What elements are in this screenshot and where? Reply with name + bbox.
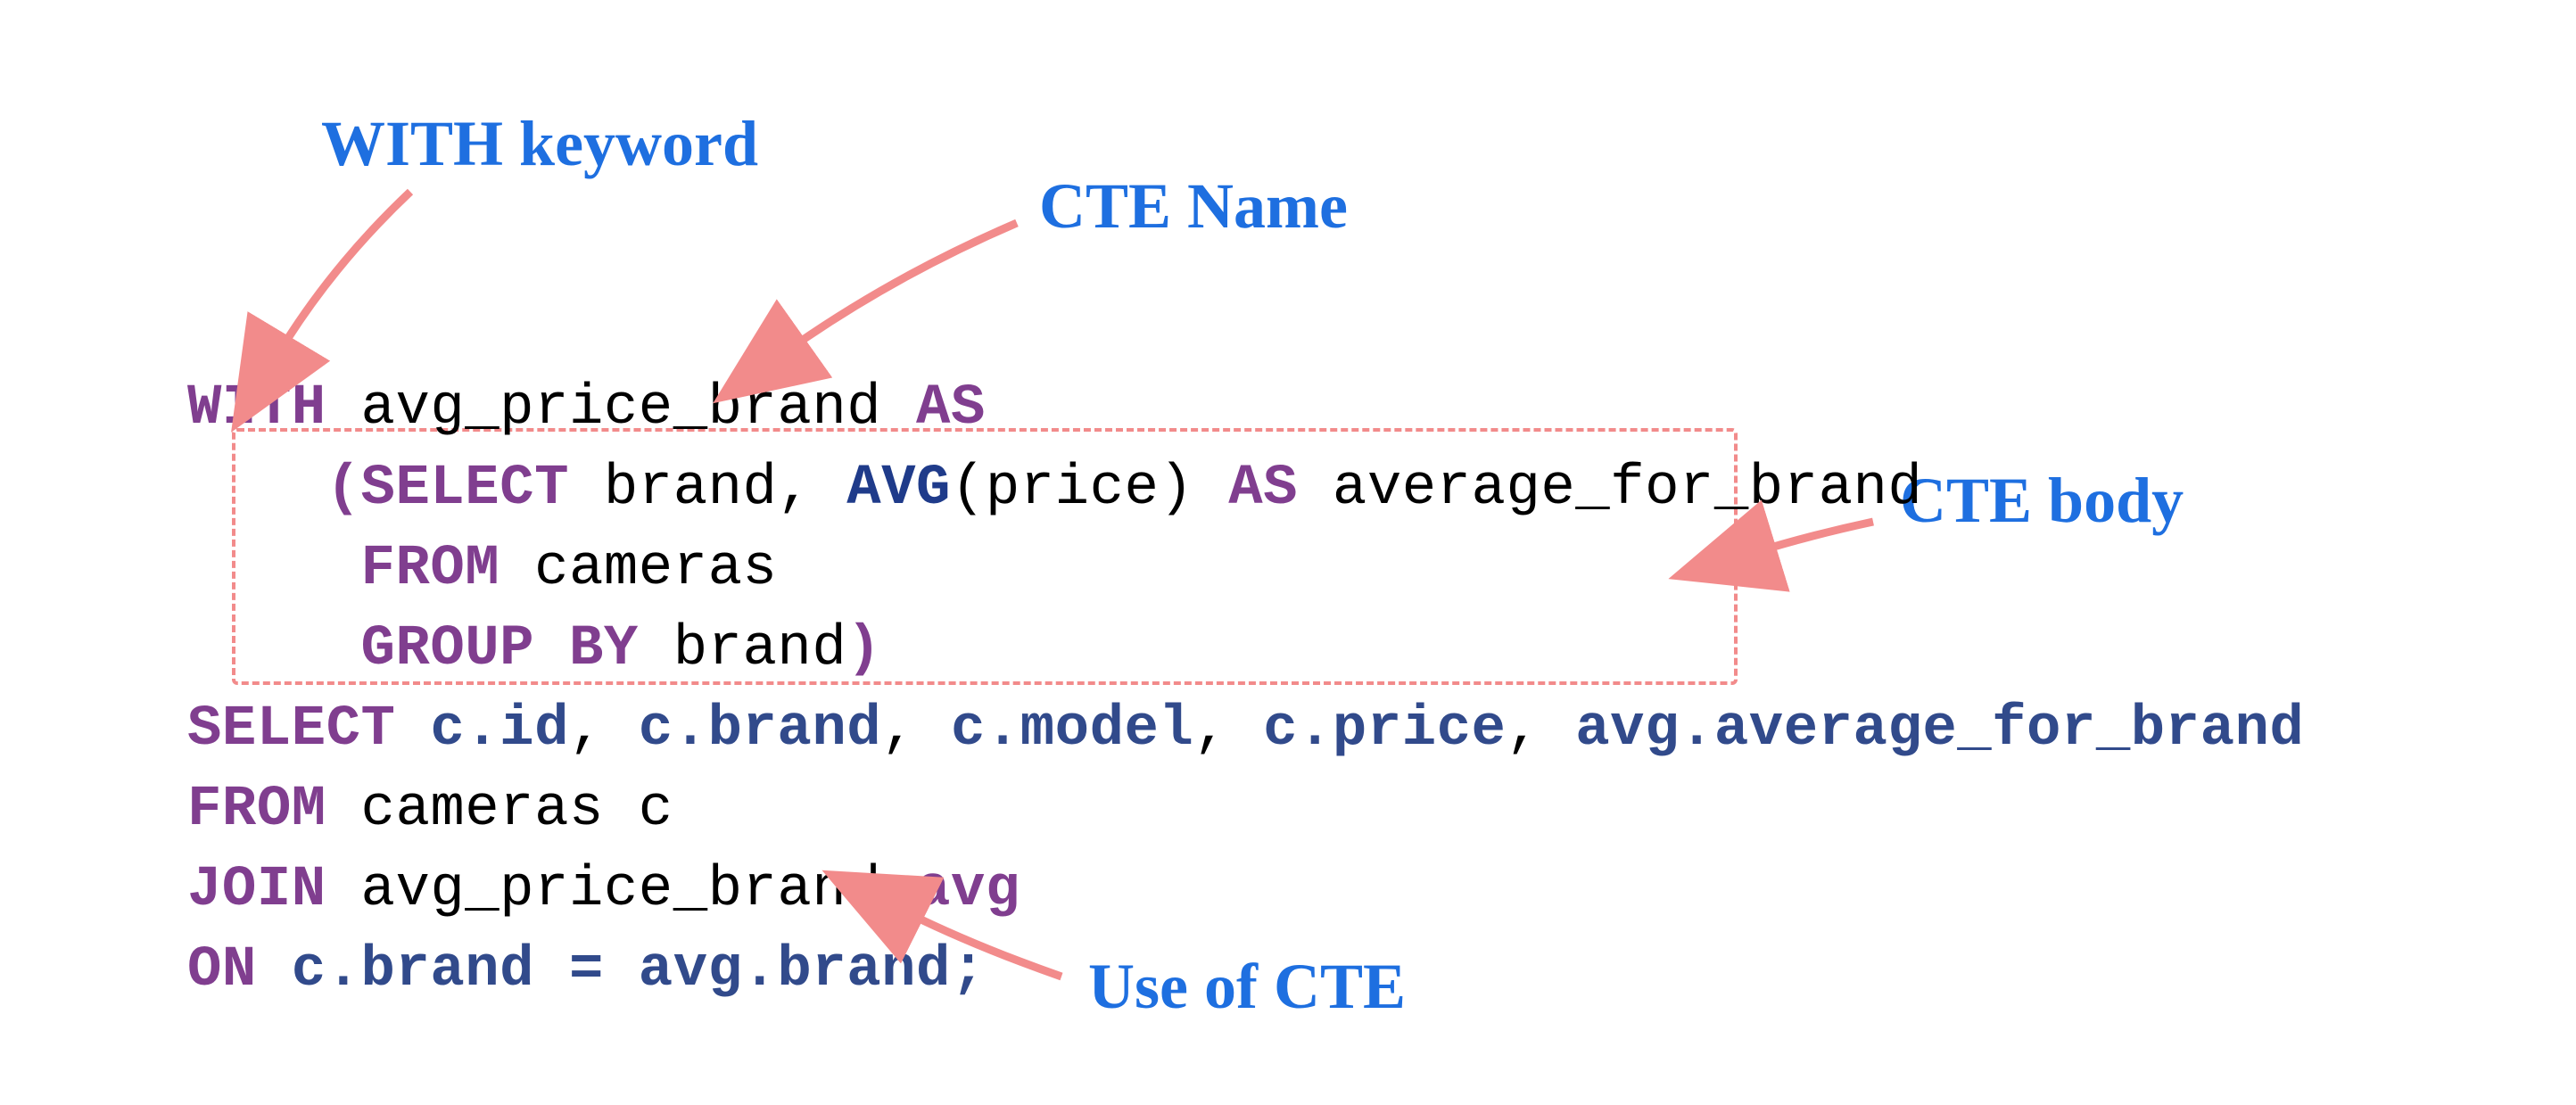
avg-function-token: AVG — [846, 457, 951, 521]
cte-name-token: avg_price_brand — [361, 376, 917, 441]
outer-from-token: FROM — [187, 778, 361, 842]
code-line-7: JOIN avg_price_brand avg — [187, 862, 2417, 919]
code-line-4: GROUP BY brand) — [187, 621, 2417, 678]
rparen-token: ) — [846, 617, 881, 681]
code-line-6: FROM cameras c — [187, 781, 2417, 838]
join-keyword-token: JOIN — [187, 858, 361, 922]
on-keyword-token: ON — [187, 938, 292, 1002]
select-keyword-token: SELECT — [361, 457, 604, 521]
code-line-3: FROM cameras — [187, 540, 2417, 598]
code-line-2: (SELECT brand, AVG(price) AS average_for… — [187, 460, 2417, 517]
with-keyword-token: WITH — [187, 376, 361, 441]
lparen-token: ( — [326, 457, 361, 521]
arrow-cte-name — [785, 223, 1017, 352]
as-keyword-token: AS — [916, 376, 986, 441]
diagram-stage: WITH keyword CTE Name CTE body Use of CT… — [0, 0, 2576, 1105]
code-line-1: WITH avg_price_brand AS — [187, 380, 2417, 437]
annotation-cte-name: CTE Name — [1039, 169, 1348, 243]
code-line-8: ON c.brand = avg.brand; — [187, 942, 2417, 999]
cte-usage-token: avg_price_brand — [361, 858, 917, 922]
from-keyword-token: FROM — [361, 537, 535, 601]
outer-select-token: SELECT — [187, 697, 430, 762]
annotation-with-keyword: WITH keyword — [321, 107, 758, 181]
groupby-keyword-token: GROUP BY — [361, 617, 673, 681]
arrow-with-keyword — [277, 192, 410, 357]
code-line-5: SELECT c.id, c.brand, c.model, c.price, … — [187, 701, 2417, 758]
